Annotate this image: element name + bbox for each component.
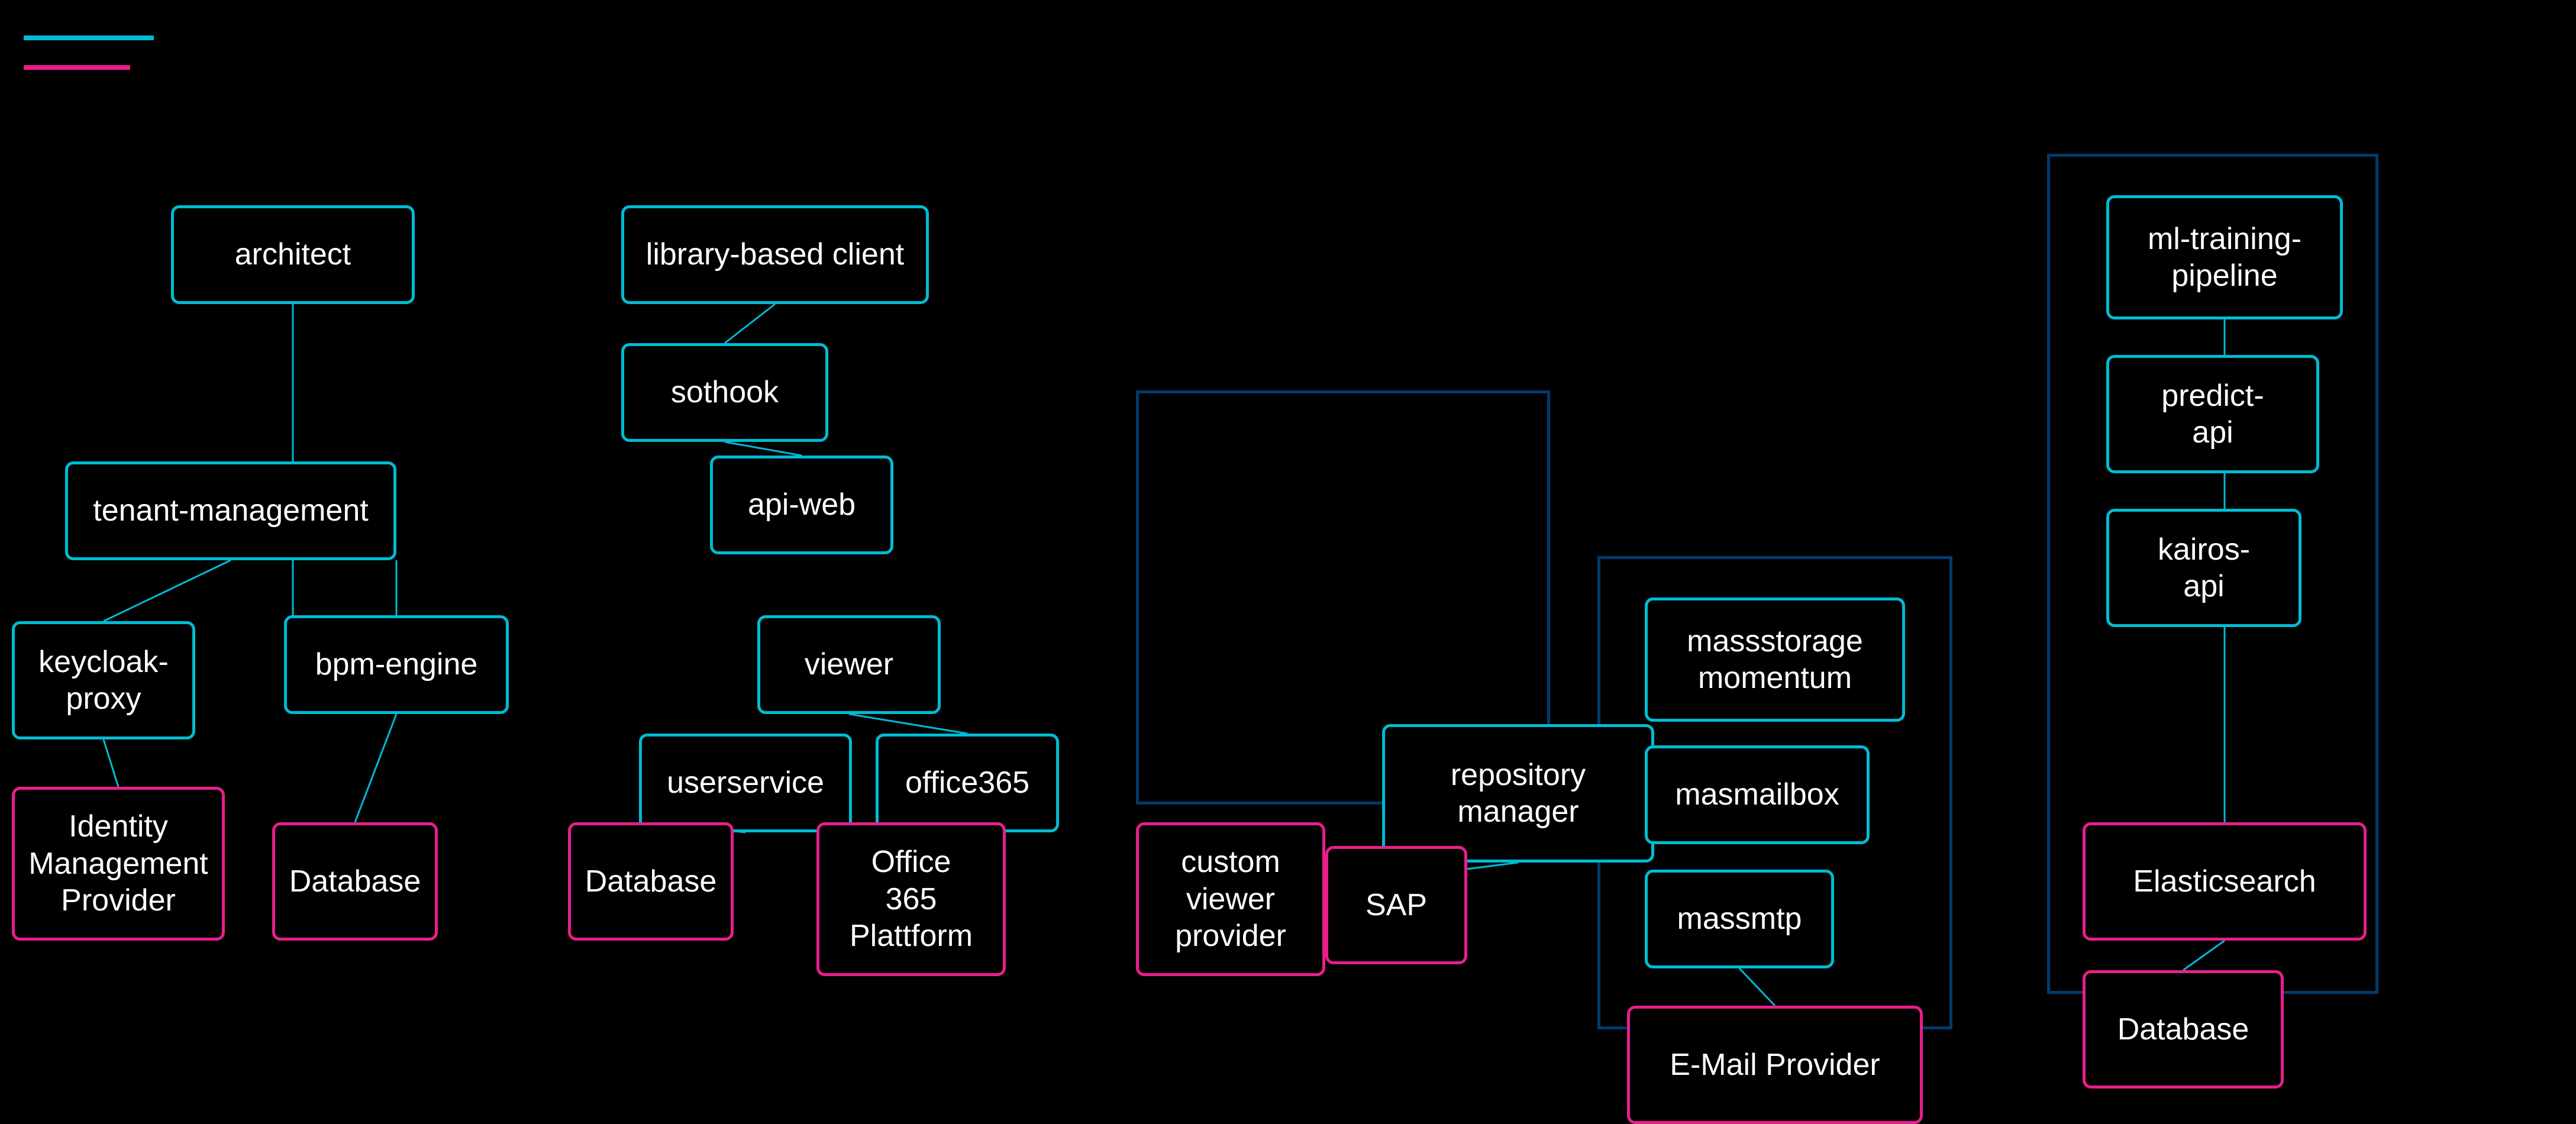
node-bpm-engine[interactable]: bpm-engine	[284, 615, 509, 714]
node-database-3[interactable]: Database	[2083, 970, 2284, 1089]
node-database-1[interactable]: Database	[272, 822, 438, 941]
line-magenta	[24, 65, 130, 70]
node-massmtp[interactable]: massmtp	[1645, 870, 1834, 968]
node-tenant-management[interactable]: tenant-management	[65, 461, 396, 560]
node-sap[interactable]: SAP	[1325, 846, 1467, 964]
node-sothook[interactable]: sothook	[621, 343, 828, 442]
node-massstorage-momentum[interactable]: massstorage momentum	[1645, 597, 1905, 722]
node-viewer[interactable]: viewer	[757, 615, 941, 714]
node-masmailbox[interactable]: masmailbox	[1645, 745, 1870, 844]
node-identity-management-provider[interactable]: Identity Management Provider	[12, 787, 225, 941]
node-predict-api[interactable]: predict- api	[2106, 355, 2319, 473]
line-cyan	[24, 35, 154, 40]
node-library-based-client[interactable]: library-based client	[621, 205, 929, 304]
node-office365-platform[interactable]: Office 365 Plattform	[816, 822, 1006, 976]
node-userservice[interactable]: userservice	[639, 734, 852, 832]
node-keycloak-proxy[interactable]: keycloak- proxy	[12, 621, 195, 739]
node-elasticsearch[interactable]: Elasticsearch	[2083, 822, 2367, 941]
node-repository-manager[interactable]: repository manager	[1382, 724, 1654, 863]
diagram: architect library-based client sothook a…	[0, 0, 2576, 1117]
node-office365[interactable]: office365	[876, 734, 1059, 832]
node-kairos-api[interactable]: kairos- api	[2106, 509, 2301, 627]
node-architect[interactable]: architect	[171, 205, 415, 304]
node-database-2[interactable]: Database	[568, 822, 734, 941]
node-api-web[interactable]: api-web	[710, 456, 893, 554]
node-email-provider[interactable]: E-Mail Provider	[1627, 1006, 1923, 1124]
node-ml-training-pipeline[interactable]: ml-training- pipeline	[2106, 195, 2343, 319]
node-custom-viewer-provider[interactable]: custom viewer provider	[1136, 822, 1325, 976]
